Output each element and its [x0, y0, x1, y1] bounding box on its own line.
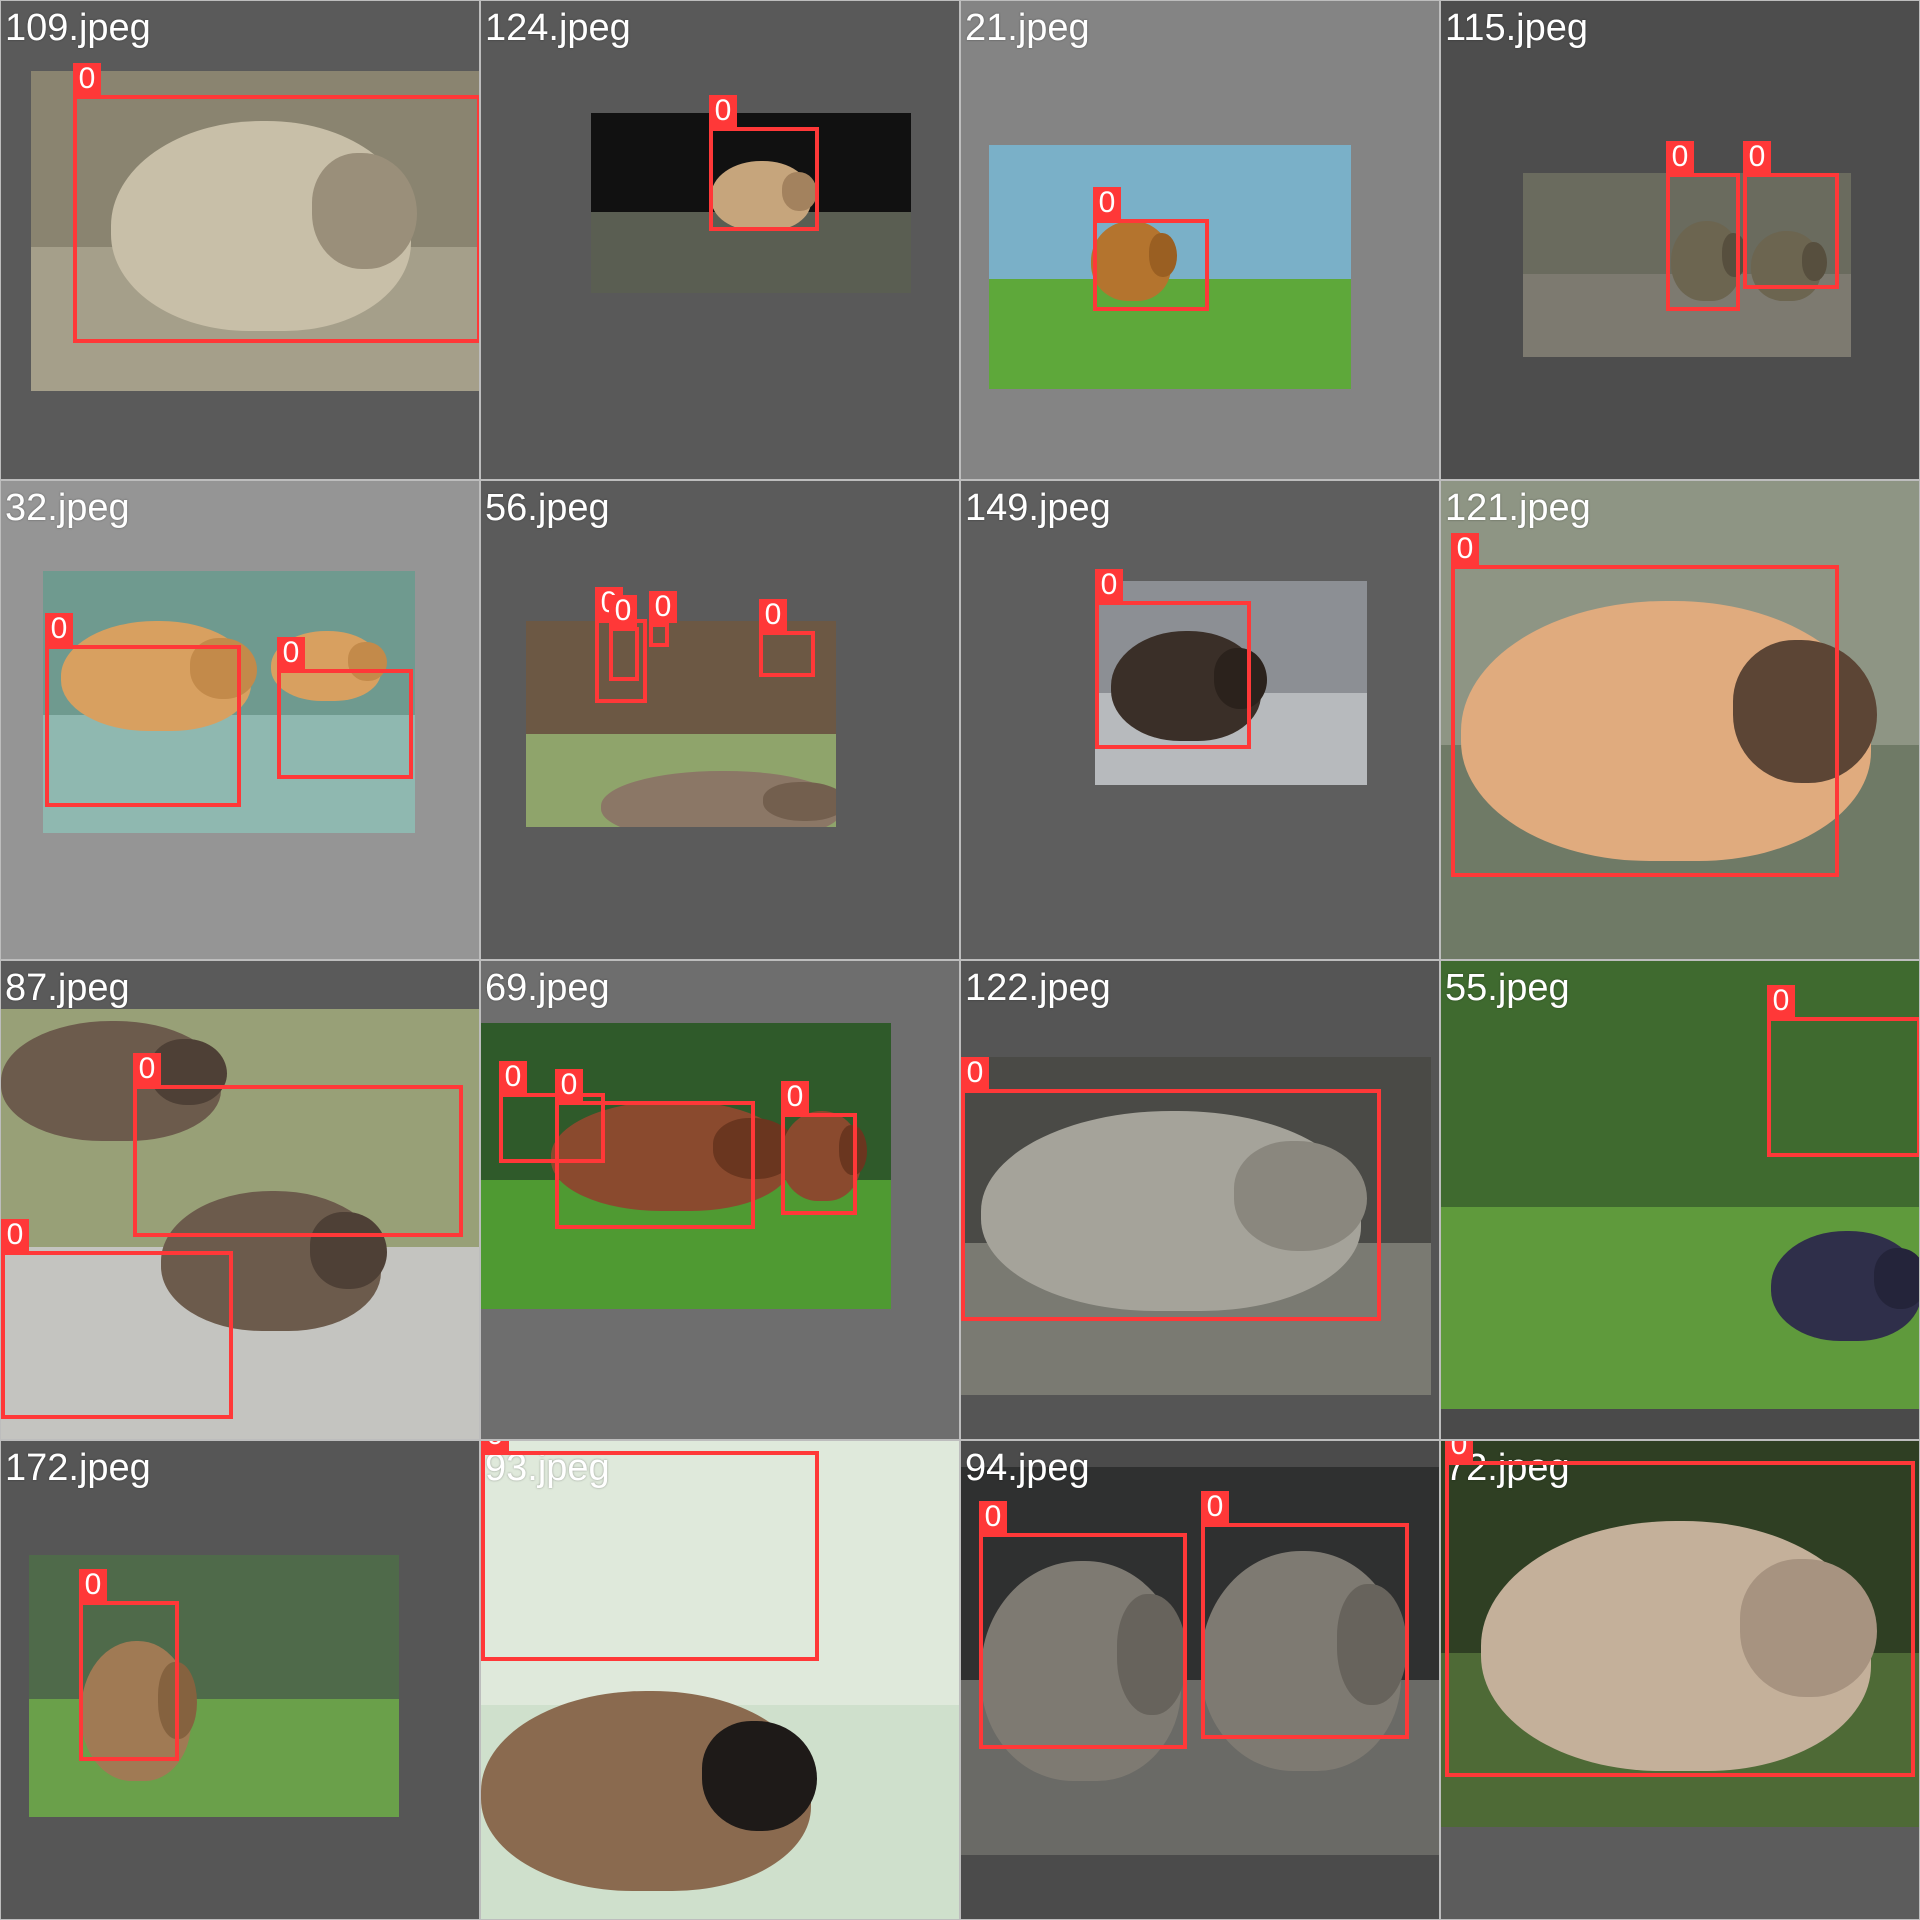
detection-class-tag: 0 — [781, 1081, 809, 1113]
detection-class-tag: 0 — [1093, 187, 1121, 219]
detection-class-tag: 0 — [79, 1569, 107, 1601]
detection-class-tag: 0 — [979, 1501, 1007, 1533]
capybara-head-shape — [702, 1721, 817, 1831]
detection-class-tag: 0 — [481, 1441, 509, 1451]
detection-class-tag: 0 — [45, 613, 73, 645]
detection-box: 0 — [1, 1219, 233, 1419]
detection-box: 0 — [1093, 187, 1209, 311]
capybara-head-shape — [763, 782, 836, 821]
detection-box: 0 — [609, 595, 639, 681]
detection-class-tag: 0 — [709, 95, 737, 127]
detection-class-tag: 0 — [1, 1219, 29, 1251]
tile-filename-label: 32.jpeg — [5, 487, 130, 529]
detection-box: 0 — [1201, 1491, 1409, 1739]
detection-box: 0 — [1451, 533, 1839, 877]
detection-box: 0 — [649, 591, 677, 647]
mosaic-grid: 109.jpeg 0 124.jpeg 0 21.jpeg 0 115.jpeg 0 0 32.j… — [0, 0, 1920, 1920]
tile-filename-label: 94.jpeg — [965, 1447, 1090, 1489]
detection-class-tag: 0 — [277, 637, 305, 669]
mosaic-tile: 149.jpeg 0 — [960, 480, 1440, 960]
mosaic-tile: 69.jpeg 0 0 0 — [480, 960, 960, 1440]
tile-filename-label: 149.jpeg — [965, 487, 1111, 529]
mosaic-tile: 109.jpeg 0 — [0, 0, 480, 480]
mosaic-tile: 121.jpeg 0 — [1440, 480, 1920, 960]
mosaic-tile: 56.jpeg0000 — [480, 480, 960, 960]
mosaic-tile: 93.jpeg0 — [480, 1440, 960, 1920]
capybara-shape — [1771, 1231, 1919, 1341]
tile-filename-label: 21.jpeg — [965, 7, 1090, 49]
tile-filename-label: 87.jpeg — [5, 967, 130, 1009]
detection-box: 0 — [73, 63, 479, 343]
detection-box: 0 — [1743, 141, 1839, 289]
detection-box: 0 — [961, 1057, 1381, 1321]
detection-class-tag: 0 — [73, 63, 101, 95]
detection-class-tag: 0 — [649, 591, 677, 623]
detection-box: 0 — [481, 1441, 819, 1661]
tile-filename-label: 172.jpeg — [5, 1447, 151, 1489]
mosaic-tile: 55.jpeg 0 — [1440, 960, 1920, 1440]
detection-class-tag: 0 — [759, 599, 787, 631]
detection-class-tag: 0 — [1201, 1491, 1229, 1523]
detection-class-tag: 0 — [1666, 141, 1694, 173]
mosaic-tile: 122.jpeg 0 — [960, 960, 1440, 1440]
tile-filename-label: 55.jpeg — [1445, 967, 1570, 1009]
mosaic-tile: 21.jpeg 0 — [960, 0, 1440, 480]
mosaic-tile: 124.jpeg 0 — [480, 0, 960, 480]
detection-box: 0 — [133, 1053, 463, 1237]
detection-box: 0 — [781, 1081, 857, 1215]
tile-filename-label: 115.jpeg — [1445, 7, 1588, 49]
detection-class-tag: 0 — [961, 1057, 989, 1089]
capybara-shape — [481, 1691, 817, 1891]
detection-class-tag: 0 — [1095, 569, 1123, 601]
detection-box: 0 — [277, 637, 413, 779]
detection-box: 0 — [1445, 1441, 1915, 1777]
tile-filename-label: 121.jpeg — [1445, 487, 1591, 529]
detection-class-tag: 0 — [1445, 1441, 1473, 1461]
detection-box: 0 — [759, 599, 815, 677]
detection-class-tag: 0 — [555, 1069, 583, 1101]
mosaic-tile: 94.jpeg 0 0 — [960, 1440, 1440, 1920]
mosaic-tile: 115.jpeg 0 0 — [1440, 0, 1920, 480]
mosaic-tile: 87.jpeg 0 0 — [0, 960, 480, 1440]
detection-class-tag: 0 — [499, 1061, 527, 1093]
detection-class-tag: 0 — [1451, 533, 1479, 565]
detection-box: 0 — [79, 1569, 179, 1761]
mosaic-tile: 172.jpeg 0 — [0, 1440, 480, 1920]
detection-class-tag: 0 — [133, 1053, 161, 1085]
mosaic-tile: 72.jpeg 0 — [1440, 1440, 1920, 1920]
detection-box: 0 — [555, 1069, 755, 1229]
detection-class-tag: 0 — [609, 595, 637, 627]
tile-filename-label: 69.jpeg — [485, 967, 610, 1009]
mosaic-tile: 32.jpeg 0 0 — [0, 480, 480, 960]
detection-box: 0 — [709, 95, 819, 231]
tile-filename-label: 109.jpeg — [5, 7, 151, 49]
tile-filename-label: 122.jpeg — [965, 967, 1111, 1009]
detection-box: 0 — [1767, 985, 1919, 1157]
detection-box: 0 — [1666, 141, 1740, 311]
tile-filename-label: 124.jpeg — [485, 7, 631, 49]
detection-class-tag: 0 — [1743, 141, 1771, 173]
tile-filename-label: 56.jpeg — [485, 487, 610, 529]
detection-class-tag: 0 — [1767, 985, 1795, 1017]
detection-box: 0 — [1095, 569, 1251, 749]
detection-box: 0 — [979, 1501, 1187, 1749]
capybara-head-shape — [1874, 1248, 1919, 1309]
detection-box: 0 — [45, 613, 241, 807]
